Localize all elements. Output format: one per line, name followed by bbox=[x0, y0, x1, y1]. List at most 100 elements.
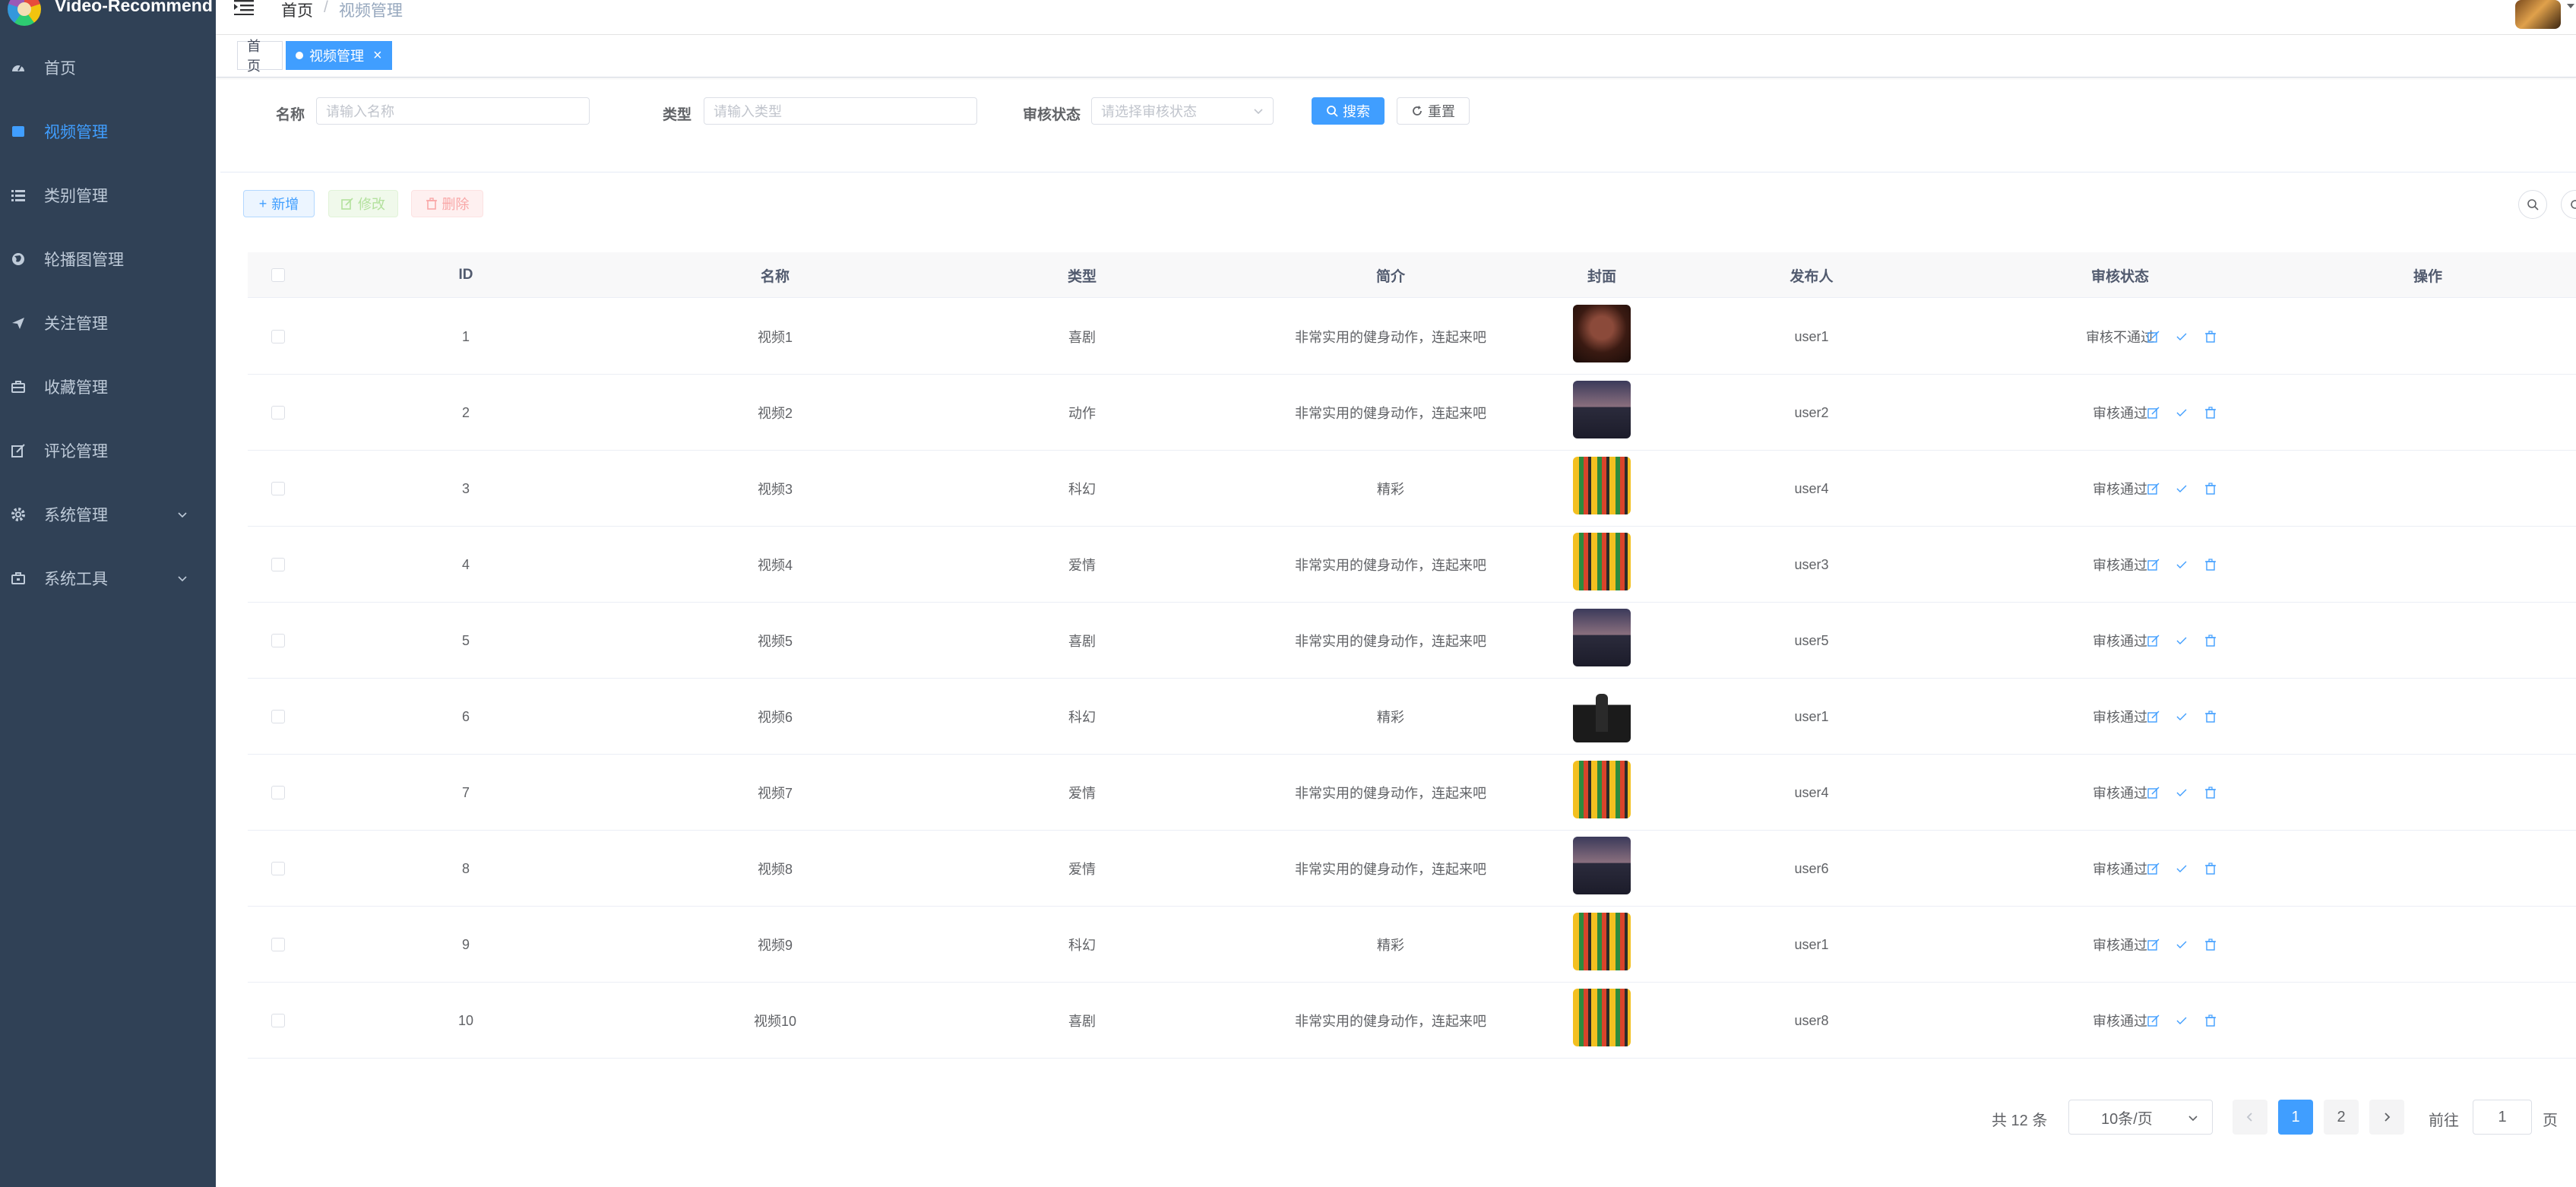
trash-icon[interactable] bbox=[2204, 482, 2217, 495]
sidebar-item-favorite[interactable]: 收藏管理 bbox=[0, 355, 216, 419]
row-checkbox[interactable] bbox=[271, 710, 285, 723]
table-row[interactable]: 6 视频6 科幻 精彩 user1 审核通过 bbox=[248, 679, 2576, 755]
list-icon bbox=[9, 186, 27, 204]
reset-button[interactable]: 重置 bbox=[1397, 97, 1470, 125]
trash-icon[interactable] bbox=[2204, 710, 2217, 723]
hamburger-icon[interactable] bbox=[234, 0, 254, 15]
avatar[interactable] bbox=[2515, 0, 2561, 29]
sidebar-item-tools[interactable]: 系统工具 bbox=[0, 546, 216, 610]
table-row[interactable]: 10 视频10 喜剧 非常实用的健身动作，连起来吧 user8 审核通过 bbox=[248, 983, 2576, 1059]
row-checkbox[interactable] bbox=[271, 1014, 285, 1027]
check-icon[interactable] bbox=[2175, 558, 2188, 571]
row-checkbox[interactable] bbox=[271, 330, 285, 343]
row-checkbox[interactable] bbox=[271, 406, 285, 419]
delete-button[interactable]: 删除 bbox=[411, 190, 483, 217]
edit-button[interactable]: 修改 bbox=[328, 190, 398, 217]
name-input[interactable]: 请输入名称 bbox=[316, 97, 590, 125]
cell-name: 视频5 bbox=[757, 634, 793, 649]
logo[interactable]: Video-Recommend bbox=[0, 0, 216, 27]
check-icon[interactable] bbox=[2175, 1014, 2188, 1027]
page-size-select[interactable]: 10条/页 bbox=[2068, 1100, 2213, 1135]
trash-icon[interactable] bbox=[2204, 558, 2217, 571]
cover-image[interactable] bbox=[1573, 609, 1631, 666]
trash-icon[interactable] bbox=[2204, 938, 2217, 951]
row-checkbox[interactable] bbox=[271, 786, 285, 799]
type-input[interactable]: 请输入类型 bbox=[704, 97, 977, 125]
sidebar-item-follow[interactable]: 关注管理 bbox=[0, 291, 216, 355]
column-intro: 简介 bbox=[1375, 268, 1406, 285]
edit-icon[interactable] bbox=[2147, 482, 2160, 495]
table-row[interactable]: 7 视频7 爱情 非常实用的健身动作，连起来吧 user4 审核通过 bbox=[248, 755, 2576, 831]
edit-icon[interactable] bbox=[2147, 330, 2160, 343]
check-icon[interactable] bbox=[2175, 330, 2188, 343]
edit-icon[interactable] bbox=[2147, 406, 2160, 419]
row-checkbox[interactable] bbox=[271, 482, 285, 495]
trash-icon[interactable] bbox=[2204, 1014, 2217, 1027]
cell-id: 9 bbox=[461, 936, 470, 952]
status-select[interactable]: 请选择审核状态 bbox=[1091, 97, 1274, 125]
table-row[interactable]: 3 视频3 科幻 精彩 user4 审核通过 bbox=[248, 451, 2576, 527]
sidebar-item-video[interactable]: 视频管理 bbox=[0, 100, 216, 163]
table-row[interactable]: 8 视频8 爱情 非常实用的健身动作，连起来吧 user6 审核通过 bbox=[248, 831, 2576, 907]
next-page-button[interactable] bbox=[2369, 1100, 2404, 1135]
caret-down-icon[interactable] bbox=[2565, 2, 2576, 12]
trash-icon[interactable] bbox=[2204, 634, 2217, 647]
prev-page-button[interactable] bbox=[2233, 1100, 2267, 1135]
cover-image[interactable] bbox=[1573, 533, 1631, 590]
cover-image[interactable] bbox=[1573, 989, 1631, 1046]
sidebar-item-home[interactable]: 首页 bbox=[0, 36, 216, 100]
table-row[interactable]: 9 视频9 科幻 精彩 user1 审核通过 bbox=[248, 907, 2576, 983]
check-icon[interactable] bbox=[2175, 634, 2188, 647]
page-button-2[interactable]: 2 bbox=[2324, 1100, 2359, 1135]
table-row[interactable]: 1 视频1 喜剧 非常实用的健身动作，连起来吧 user1 审核不通过 bbox=[248, 299, 2576, 375]
select-all-checkbox[interactable] bbox=[271, 268, 285, 282]
trash-icon[interactable] bbox=[2204, 330, 2217, 343]
goto-page-input[interactable]: 1 bbox=[2473, 1100, 2532, 1135]
table-row[interactable]: 2 视频2 动作 非常实用的健身动作，连起来吧 user2 审核通过 bbox=[248, 375, 2576, 451]
check-icon[interactable] bbox=[2175, 938, 2188, 951]
edit-icon[interactable] bbox=[2147, 786, 2160, 799]
check-icon[interactable] bbox=[2175, 710, 2188, 723]
status-label: 审核状态 bbox=[1023, 107, 1081, 123]
breadcrumb-home[interactable]: 首页 bbox=[281, 0, 313, 21]
row-checkbox[interactable] bbox=[271, 862, 285, 875]
check-icon[interactable] bbox=[2175, 862, 2188, 875]
cover-image[interactable] bbox=[1573, 685, 1631, 742]
close-icon[interactable]: × bbox=[373, 47, 382, 65]
edit-icon[interactable] bbox=[2147, 1014, 2160, 1027]
edit-icon[interactable] bbox=[2147, 862, 2160, 875]
edit-icon[interactable] bbox=[2147, 634, 2160, 647]
cover-image[interactable] bbox=[1573, 305, 1631, 362]
row-checkbox[interactable] bbox=[271, 558, 285, 571]
edit-icon[interactable] bbox=[2147, 710, 2160, 723]
tag-video[interactable]: 视频管理 × bbox=[286, 41, 392, 70]
sidebar-item-carousel[interactable]: 轮播图管理 bbox=[0, 227, 216, 291]
edit-icon[interactable] bbox=[2147, 558, 2160, 571]
sidebar-item-system[interactable]: 系统管理 bbox=[0, 483, 216, 546]
table-row[interactable]: 4 视频4 爱情 非常实用的健身动作，连起来吧 user3 审核通过 bbox=[248, 527, 2576, 603]
trash-icon[interactable] bbox=[2204, 862, 2217, 875]
cover-image[interactable] bbox=[1573, 837, 1631, 894]
cover-image[interactable] bbox=[1573, 913, 1631, 970]
refresh-button[interactable] bbox=[2561, 190, 2576, 219]
table-row[interactable]: 5 视频5 喜剧 非常实用的健身动作，连起来吧 user5 审核通过 bbox=[248, 603, 2576, 679]
toggle-search-button[interactable] bbox=[2518, 190, 2547, 219]
search-button[interactable]: 搜索 bbox=[1312, 97, 1385, 125]
check-icon[interactable] bbox=[2175, 786, 2188, 799]
cover-image[interactable] bbox=[1573, 381, 1631, 438]
edit-icon[interactable] bbox=[2147, 938, 2160, 951]
check-icon[interactable] bbox=[2175, 482, 2188, 495]
trash-icon[interactable] bbox=[2204, 406, 2217, 419]
trash-icon[interactable] bbox=[2204, 786, 2217, 799]
cover-image[interactable] bbox=[1573, 761, 1631, 818]
add-button[interactable]: + 新增 bbox=[243, 190, 315, 217]
cover-image[interactable] bbox=[1573, 457, 1631, 514]
row-checkbox[interactable] bbox=[271, 938, 285, 951]
tag-home[interactable]: 首页 bbox=[237, 39, 283, 74]
search-button-label: 搜索 bbox=[1343, 104, 1370, 119]
check-icon[interactable] bbox=[2175, 406, 2188, 419]
sidebar-item-category[interactable]: 类别管理 bbox=[0, 163, 216, 227]
row-checkbox[interactable] bbox=[271, 634, 285, 647]
page-button-1[interactable]: 1 bbox=[2278, 1100, 2313, 1135]
sidebar-item-comment[interactable]: 评论管理 bbox=[0, 419, 216, 483]
